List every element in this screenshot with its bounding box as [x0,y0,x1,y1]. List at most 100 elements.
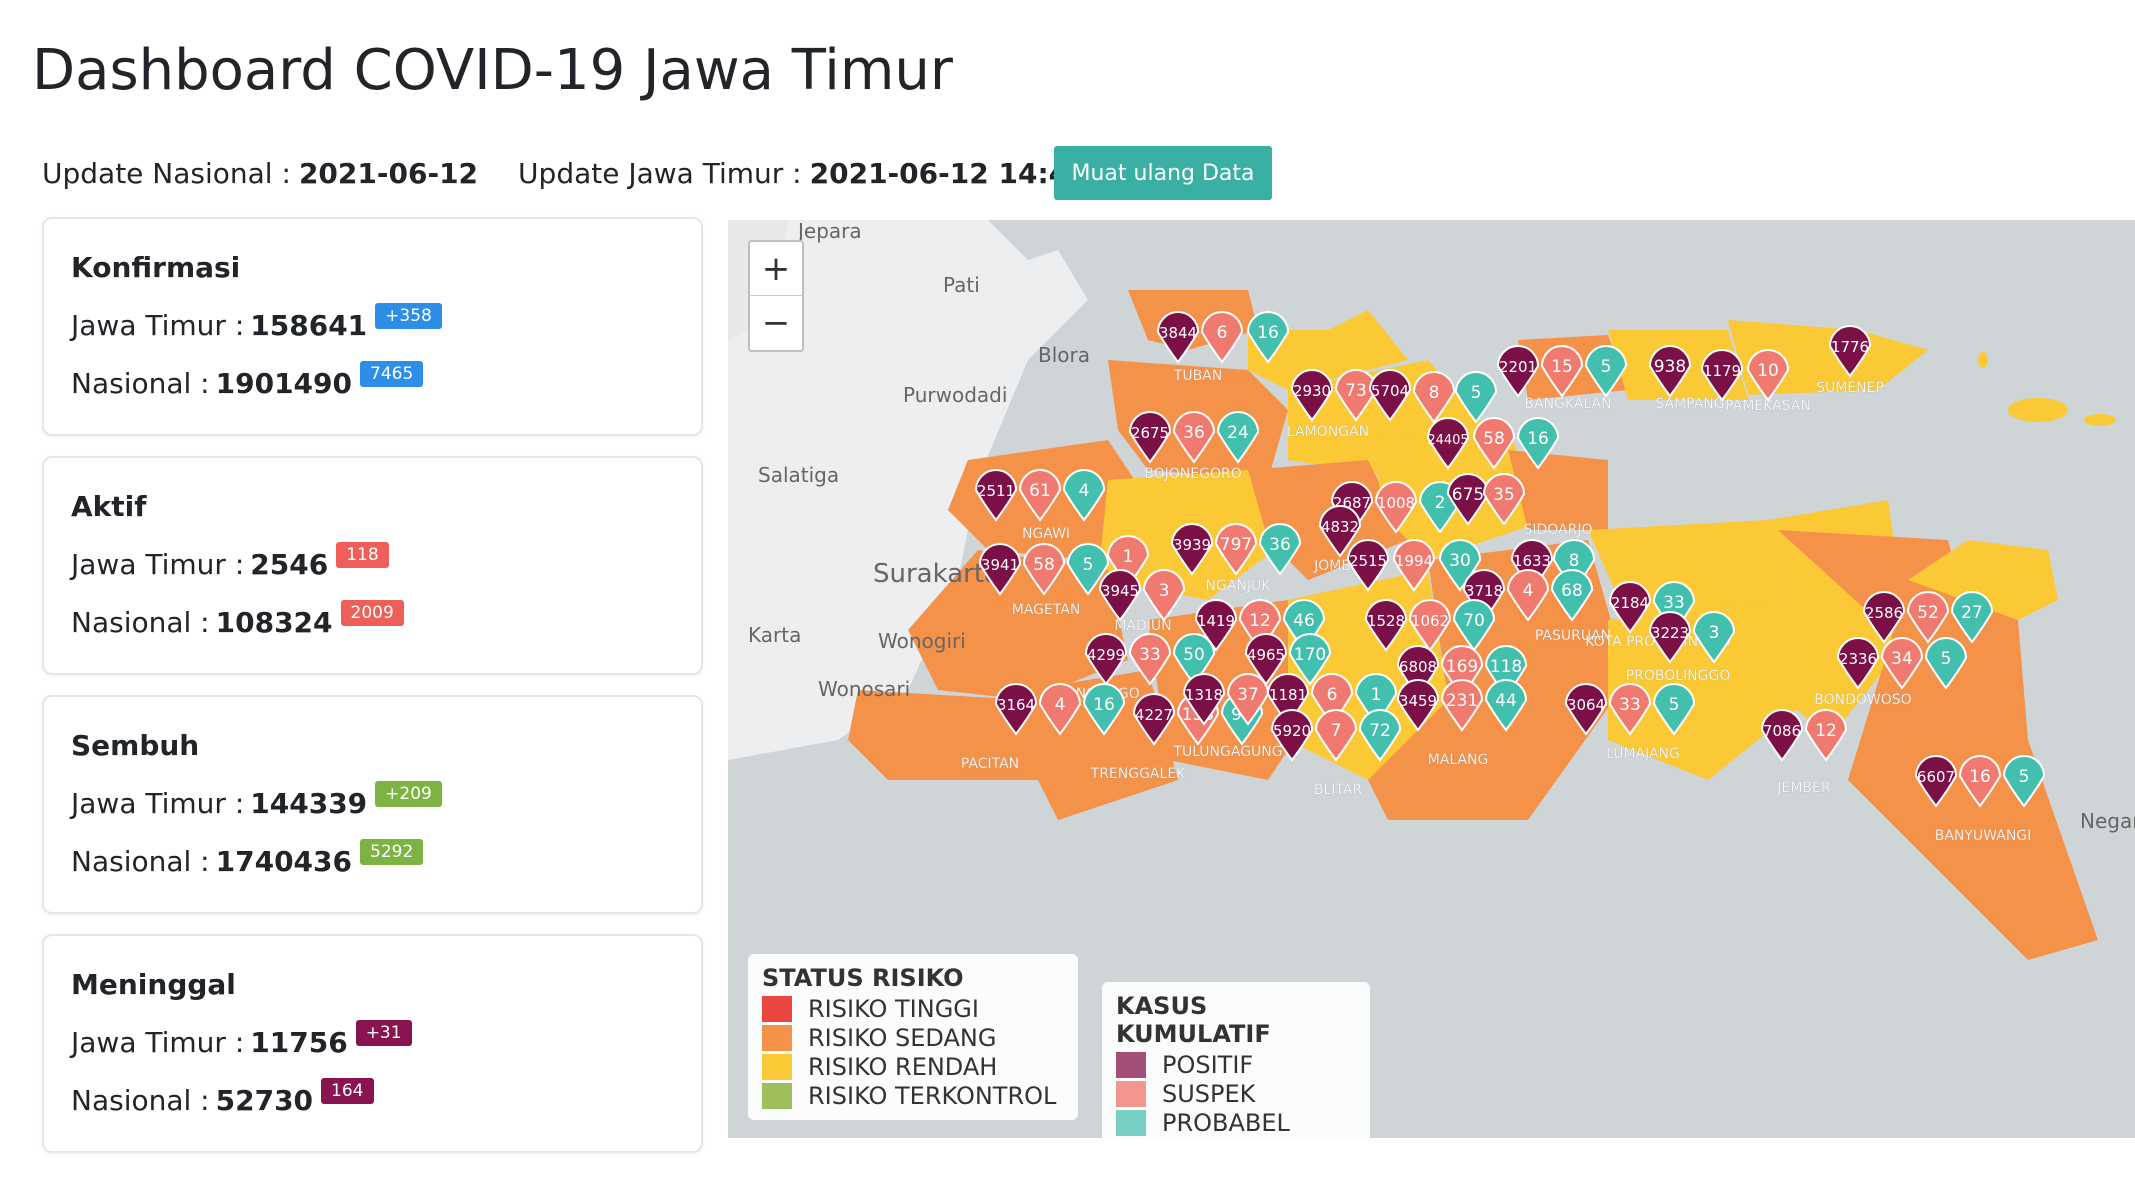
marker-value: 1419 [1197,612,1235,630]
place-label: Pati [943,273,980,297]
region-label: SUMENEP [1816,380,1884,396]
marker-value: 938 [1654,357,1686,377]
legend-swatch [762,995,792,1022]
legend-title: STATUS RISIKO [762,964,964,992]
place-label: Karta [748,623,801,647]
marker-value: 1776 [1831,338,1869,356]
region-label: TRENGGALEK [1090,766,1187,782]
jatim-delta-badge: 118 [336,541,389,568]
zoom-control: + − [748,240,804,352]
card-title: Sembuh [71,729,200,762]
reload-data-button[interactable]: Muat ulang Data [1054,146,1272,200]
card-aktif: Aktif Jawa Timur : 2546 118 Nasional : 1… [42,456,703,675]
zoom-in-button[interactable]: + [750,242,802,296]
marker-value: 33 [1619,695,1641,715]
marker-value: 797 [1220,535,1252,555]
marker-value: 12 [1815,721,1837,741]
marker-value: 2675 [1131,424,1169,442]
marker-value: 4299 [1087,646,1125,664]
jatim-count: 144339 [250,787,368,820]
region-label: BANGKALAN [1524,396,1611,412]
marker-value: 170 [1294,645,1326,665]
marker-value: 4 [1055,695,1066,715]
region-label: BLITAR [1314,782,1363,798]
card-nasional-line: Nasional : 108324 2009 [71,599,404,639]
marker-value: 52 [1917,603,1939,623]
region-label: BANYUWANGI [1935,828,2032,844]
marker-value: 7086 [1763,722,1801,740]
card-nasional-line: Nasional : 52730 164 [71,1077,374,1117]
place-label: Wonogiri [878,629,966,653]
marker-value: 33 [1139,645,1161,665]
marker-value: 4832 [1321,518,1359,536]
page-title: Dashboard COVID-19 Jawa Timur [32,38,953,103]
card-konfirmasi: Konfirmasi Jawa Timur : 158641 +358 Nasi… [42,217,703,436]
marker-value: 1318 [1185,686,1223,704]
marker-value: 50 [1183,645,1205,665]
place-label: Salatiga [758,463,839,487]
card-title: Meninggal [71,968,236,1001]
marker-value: 72 [1369,721,1391,741]
legend-swatch [762,1053,792,1080]
legend-status-risiko: STATUS RISIKO RISIKO TINGGI RISIKO SEDAN… [748,954,1078,1120]
marker-value: 3 [1709,623,1720,643]
region-label: JEMBER [1776,780,1831,796]
marker-value: 5 [2019,767,2030,787]
zoom-out-button[interactable]: − [750,296,802,350]
marker-value: 5 [1083,555,1094,575]
marker-value: 3459 [1399,692,1437,710]
place-label: Negara [2080,809,2135,833]
legend-item: RISIKO TINGGI [762,994,1064,1023]
region-label: LAMONGAN [1287,424,1369,440]
marker-value: 3164 [997,696,1035,714]
jatim-delta-badge: +31 [355,1019,412,1046]
marker-value: 4227 [1135,706,1173,724]
nasional-delta-badge: 164 [321,1077,374,1104]
marker-value: 16 [1257,323,1279,343]
region-label: NGAWI [1022,526,1070,542]
legend-item: SUSPEK [1116,1079,1356,1108]
marker-value: 6 [1327,685,1338,705]
nasional-count: 1740436 [215,845,353,878]
marker-value: 1008 [1377,494,1415,512]
card-title: Konfirmasi [71,251,241,284]
card-sembuh: Sembuh Jawa Timur : 144339 +209 Nasional… [42,695,703,914]
jatim-count: 158641 [250,309,368,342]
legend-swatch [1116,1080,1146,1107]
marker-value: 3223 [1651,624,1689,642]
region-label: NGANJUK [1206,578,1272,594]
card-jatim-line: Jawa Timur : 11756 +31 [71,1019,412,1059]
marker-value: 3 [1159,581,1170,601]
region-label: SAMPANG [1655,396,1724,412]
marker-value: 2586 [1865,604,1903,622]
nasional-delta-badge: 5292 [360,838,424,865]
marker-value: 6808 [1399,658,1437,676]
marker-value: 1633 [1513,552,1551,570]
marker-value: 44 [1495,691,1517,711]
marker-value: 3844 [1159,324,1197,342]
marker-value: 61 [1029,481,1051,501]
card-nasional-line: Nasional : 1740436 5292 [71,838,424,878]
marker-value: 37 [1237,685,1259,705]
marker-value: 16 [1969,767,1991,787]
risk-map[interactable]: Jepara Pati Blora Purwodadi Salatiga Surakart… [728,220,2135,1138]
marker-value: 1 [1123,547,1134,567]
legend-swatch [762,1082,792,1109]
update-nasional-value: 2021-06-12 [298,156,479,190]
marker-value: 4 [1079,481,1090,501]
region-label: TUBAN [1173,368,1222,384]
nasional-delta-badge: 7465 [360,360,424,387]
marker-value: 15 [1551,357,1573,377]
marker-value: 4 [1523,581,1534,601]
card-jatim-line: Jawa Timur : 158641 +358 [71,302,442,342]
legend-item: RISIKO TERKONTROL [762,1081,1064,1110]
nasional-count: 108324 [215,606,333,639]
jatim-delta-badge: +358 [375,302,442,329]
legend-item: PROBABEL [1116,1108,1356,1137]
marker-value: 2184 [1611,594,1649,612]
card-nasional-line: Nasional : 1901490 7465 [71,360,424,400]
marker-value: 2336 [1839,650,1877,668]
nasional-count: 52730 [215,1084,314,1117]
card-jatim-line: Jawa Timur : 144339 +209 [71,780,442,820]
marker-value: 58 [1033,555,1055,575]
